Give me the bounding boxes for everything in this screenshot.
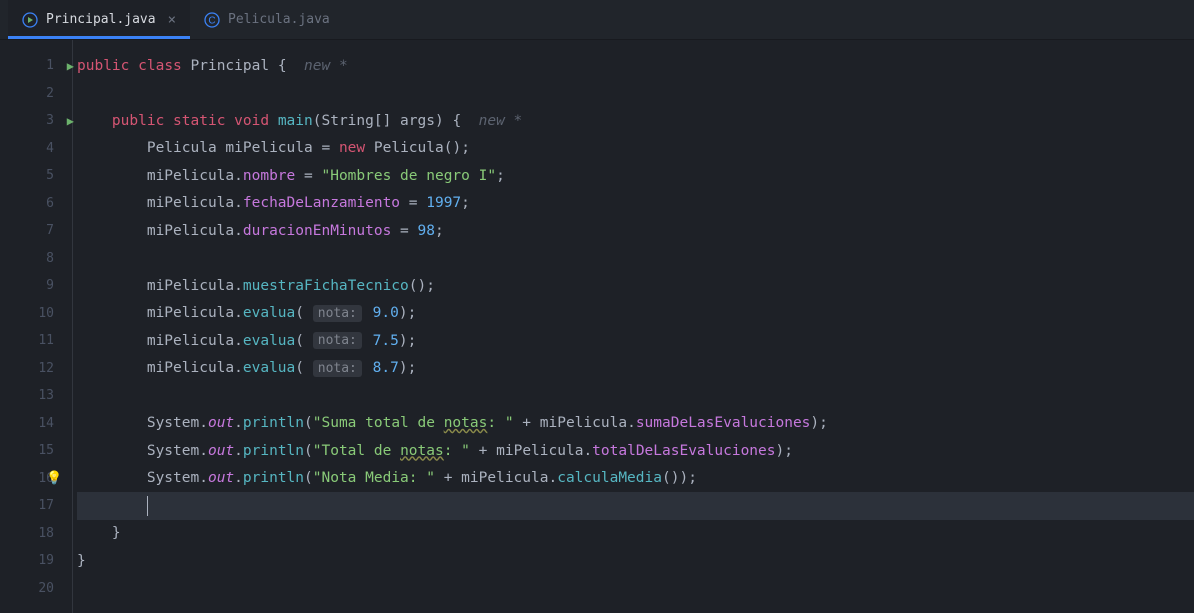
line-number: 12 bbox=[38, 361, 54, 376]
line-number: 19 bbox=[38, 553, 54, 568]
tab-bar: Principal.java × C Pelicula.java bbox=[0, 0, 1194, 40]
line-number: 10 bbox=[38, 306, 54, 321]
code-line: public static void main(String[] args) {… bbox=[77, 107, 1194, 135]
code-line: miPelicula.evalua( nota: 9.0); bbox=[77, 300, 1194, 328]
line-number: 1 bbox=[46, 58, 54, 73]
code-line: miPelicula.evalua( nota: 8.7); bbox=[77, 355, 1194, 383]
line-number: 17 bbox=[38, 498, 54, 513]
tab-pelicula[interactable]: C Pelicula.java bbox=[190, 0, 344, 39]
close-icon[interactable]: × bbox=[168, 12, 176, 28]
line-number: 18 bbox=[38, 526, 54, 541]
tab-principal[interactable]: Principal.java × bbox=[8, 0, 190, 39]
code-line: System.out.println("Suma total de notas:… bbox=[77, 410, 1194, 438]
code-line-current bbox=[77, 492, 1194, 520]
line-number: 7 bbox=[46, 223, 54, 238]
tab-label: Pelicula.java bbox=[228, 12, 330, 27]
code-line: public class Principal { new * bbox=[77, 52, 1194, 80]
code-line: } bbox=[77, 520, 1194, 548]
code-line: Pelicula miPelicula = new Pelicula(); bbox=[77, 135, 1194, 163]
code-line: System.out.println("Nota Media: " + miPe… bbox=[77, 465, 1194, 493]
line-number: 6 bbox=[46, 196, 54, 211]
line-number: 14 bbox=[38, 416, 54, 431]
code-line: miPelicula.duracionEnMinutos = 98; bbox=[77, 217, 1194, 245]
lightbulb-icon[interactable]: 💡 bbox=[46, 471, 62, 486]
code-line bbox=[77, 382, 1194, 410]
line-number: 4 bbox=[46, 141, 54, 156]
run-gutter-icon[interactable]: ▶ bbox=[67, 114, 74, 128]
param-hint: nota: bbox=[313, 332, 362, 349]
code-line: miPelicula.fechaDeLanzamiento = 1997; bbox=[77, 190, 1194, 218]
line-number: 11 bbox=[38, 333, 54, 348]
svg-text:C: C bbox=[208, 15, 215, 26]
editor: 1▶ 2 3▶ 4 5 6 7 8 9 10 11 12 13 14 15 16… bbox=[0, 40, 1194, 613]
text-cursor bbox=[147, 496, 148, 516]
code-line: System.out.println("Total de notas: " + … bbox=[77, 437, 1194, 465]
code-line bbox=[77, 80, 1194, 108]
line-number: 15 bbox=[38, 443, 54, 458]
tab-label: Principal.java bbox=[46, 12, 156, 27]
code-line: miPelicula.nombre = "Hombres de negro I"… bbox=[77, 162, 1194, 190]
code-area[interactable]: public class Principal { new * public st… bbox=[72, 40, 1194, 613]
param-hint: nota: bbox=[313, 360, 362, 377]
code-line: } bbox=[77, 547, 1194, 575]
line-number: 9 bbox=[46, 278, 54, 293]
line-number: 3 bbox=[46, 113, 54, 128]
gutter: 1▶ 2 3▶ 4 5 6 7 8 9 10 11 12 13 14 15 16… bbox=[0, 40, 72, 613]
code-line: miPelicula.evalua( nota: 7.5); bbox=[77, 327, 1194, 355]
class-icon: C bbox=[204, 12, 220, 28]
line-number: 8 bbox=[46, 251, 54, 266]
line-number: 5 bbox=[46, 168, 54, 183]
code-line bbox=[77, 245, 1194, 273]
code-line: miPelicula.muestraFichaTecnico(); bbox=[77, 272, 1194, 300]
class-run-icon bbox=[22, 12, 38, 28]
line-number: 13 bbox=[38, 388, 54, 403]
line-number: 20 bbox=[38, 581, 54, 596]
line-number: 2 bbox=[46, 86, 54, 101]
code-line bbox=[77, 575, 1194, 603]
param-hint: nota: bbox=[313, 305, 362, 322]
run-gutter-icon[interactable]: ▶ bbox=[67, 59, 74, 73]
